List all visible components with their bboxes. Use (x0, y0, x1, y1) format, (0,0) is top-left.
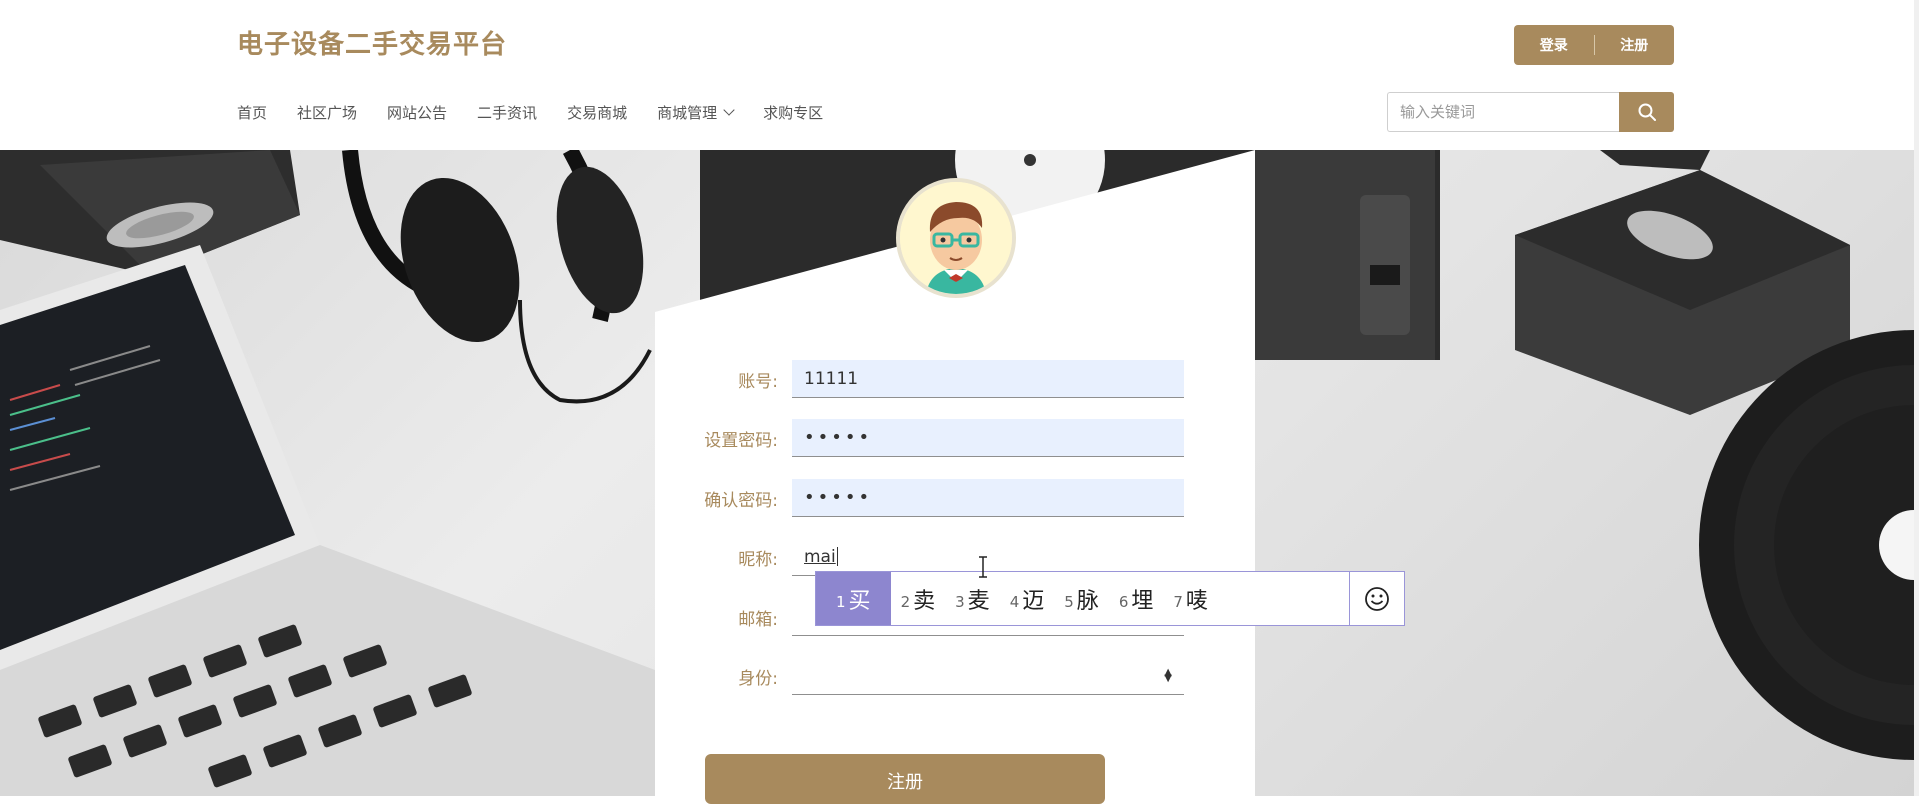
nav-mall[interactable]: 交易商城 (567, 102, 627, 123)
auth-buttons: 登录 注册 (1514, 25, 1674, 65)
password-input[interactable]: ••••• (792, 419, 1184, 457)
select-arrows-icon: ▲ ▼ (1164, 666, 1172, 684)
nav-wanted[interactable]: 求购专区 (763, 102, 823, 123)
nav-mall-management-label: 商城管理 (657, 104, 718, 122)
page-scrollbar[interactable] (1914, 0, 1919, 796)
identity-row: 身份: ▲ ▼ (690, 657, 1184, 695)
nickname-label: 昵称: (738, 549, 778, 570)
ime-candidate-2[interactable]: 2卖 (891, 572, 946, 625)
ime-candidate-3[interactable]: 3麦 (945, 572, 1000, 625)
site-header: 电子设备二手交易平台 登录 注册 首页 社区广场 网站公告 二手资讯 交易商城 … (0, 0, 1919, 150)
password-row: 设置密码: ••••• (690, 419, 1184, 457)
nav-community[interactable]: 社区广场 (297, 102, 357, 123)
ime-candidate-5[interactable]: 5脉 (1054, 572, 1109, 625)
email-label: 邮箱: (738, 609, 778, 630)
nav-news[interactable]: 二手资讯 (477, 102, 537, 123)
account-row: 账号: 11111 (690, 360, 1184, 398)
register-button[interactable]: 注册 (1595, 35, 1675, 55)
nav-home[interactable]: 首页 (237, 102, 267, 123)
confirm-password-label: 确认密码: (704, 490, 778, 511)
nav-mall-management[interactable]: 商城管理 (657, 102, 735, 123)
chevron-down-icon (723, 103, 735, 116)
nickname-composition-text: mai (804, 546, 836, 567)
login-button[interactable]: 登录 (1514, 35, 1594, 55)
main-nav: 首页 社区广场 网站公告 二手资讯 交易商城 商城管理 求购专区 (237, 102, 853, 123)
site-title[interactable]: 电子设备二手交易平台 (237, 24, 507, 61)
ime-candidate-7[interactable]: 7唛 (1163, 572, 1218, 625)
ime-candidate-6[interactable]: 6埋 (1109, 572, 1164, 625)
avatar (896, 178, 1016, 298)
search-button[interactable] (1619, 92, 1674, 132)
nav-announcements[interactable]: 网站公告 (387, 102, 447, 123)
ime-candidate-4[interactable]: 4迈 (1000, 572, 1055, 625)
ime-candidate-window: 1买 2卖 3麦 4迈 5脉 6埋 7唛 (815, 571, 1405, 626)
password-label: 设置密码: (704, 430, 778, 451)
account-input[interactable]: 11111 (792, 360, 1184, 398)
text-cursor-icon (979, 556, 987, 578)
emoji-icon (1365, 586, 1389, 611)
account-label: 账号: (738, 371, 778, 392)
ime-candidate-1[interactable]: 1买 (816, 572, 891, 625)
search-icon (1638, 103, 1656, 121)
avatar-icon (900, 182, 1012, 294)
search-bar (1387, 92, 1674, 132)
submit-register-button[interactable]: 注册 (705, 754, 1105, 804)
confirm-password-input[interactable]: ••••• (792, 479, 1184, 517)
identity-select[interactable]: ▲ ▼ (792, 657, 1184, 695)
identity-label: 身份: (738, 668, 778, 689)
input-caret (836, 547, 838, 566)
search-input[interactable] (1387, 92, 1619, 132)
ime-emoji-button[interactable] (1350, 572, 1404, 625)
confirm-password-row: 确认密码: ••••• (690, 479, 1184, 517)
